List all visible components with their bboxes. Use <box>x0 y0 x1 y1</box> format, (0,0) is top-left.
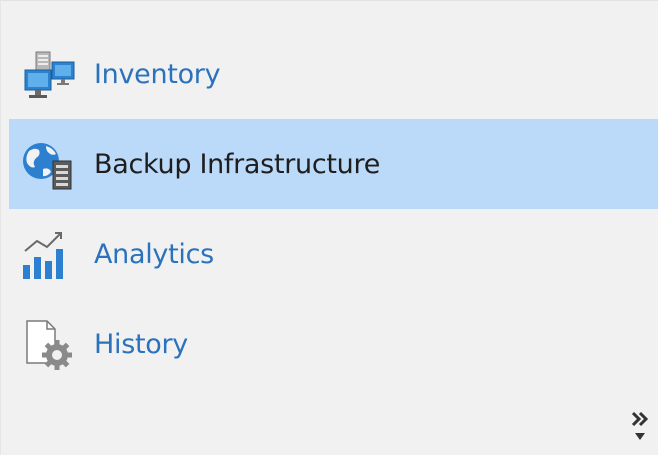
nav-item-analytics[interactable]: Analytics <box>9 209 658 299</box>
history-icon <box>19 319 75 371</box>
nav-label-inventory: Inventory <box>94 58 221 90</box>
nav-label-backup-infrastructure: Backup Infrastructure <box>94 148 381 180</box>
navigation-panel: Inventory Backup Infrastructure Analytic… <box>0 0 658 455</box>
inventory-icon <box>19 49 75 101</box>
analytics-icon <box>19 229 75 281</box>
more-options-button[interactable] <box>627 403 655 449</box>
nav-item-backup-infrastructure[interactable]: Backup Infrastructure <box>9 119 658 209</box>
backup-infrastructure-icon <box>19 139 75 191</box>
nav-item-history[interactable]: History <box>9 299 658 389</box>
nav-item-inventory[interactable]: Inventory <box>9 29 658 119</box>
nav-label-analytics: Analytics <box>94 238 214 270</box>
chevron-double-right-icon <box>627 403 655 449</box>
nav-label-history: History <box>94 328 188 360</box>
